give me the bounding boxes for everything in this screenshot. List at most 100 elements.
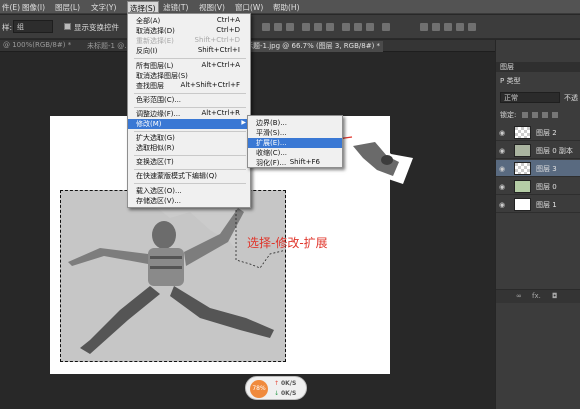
lock-pixels-icon[interactable] <box>522 112 528 118</box>
menu-window[interactable]: 窗口(W) <box>235 2 263 13</box>
distribute-icon[interactable] <box>302 23 310 31</box>
layers-panel: 图层 P 类型 正常 不透 锁定: ◉ 图层 2 ◉ 图层 0 副本 ◉ 图层 … <box>495 40 580 409</box>
shortcut: Alt+Ctrl+A <box>201 61 240 69</box>
options-prefix: 样: <box>2 23 13 32</box>
menu-option-label: 扩大选取(G) <box>136 134 175 142</box>
menu-file[interactable]: 件(E) <box>2 2 20 13</box>
menu-option-label: 存储选区(V)... <box>136 197 181 205</box>
menu-option-color-range[interactable]: 色彩范围(C)... <box>128 95 250 105</box>
menu-option-save-selection[interactable]: 存储选区(V)... <box>128 196 250 206</box>
menu-option-deselect[interactable]: 取消选择(D) Ctrl+D <box>128 26 250 36</box>
menu-option-label: 修改(M) <box>136 120 162 128</box>
auto-select-dropdown[interactable]: 组 <box>13 20 53 33</box>
menu-option-modify[interactable]: 修改(M) ▶ <box>128 119 250 129</box>
menu-option-label: 全部(A) <box>136 17 161 25</box>
submenu-option-expand[interactable]: 扩展(E)... <box>248 138 342 148</box>
layer-row-2[interactable]: ◉ 图层 2 <box>496 124 580 141</box>
layer-thumbnail <box>514 144 531 157</box>
menu-filter[interactable]: 滤镜(T) <box>163 2 188 13</box>
lock-paint-icon[interactable] <box>532 112 538 118</box>
menu-select[interactable]: 选择(S) <box>127 1 159 13</box>
align-icon[interactable] <box>274 23 282 31</box>
menu-option-quick-mask[interactable]: 在快速蒙版模式下编辑(Q) <box>128 171 250 181</box>
tab-doc-active[interactable]: 标题-1.jpg @ 66.7% (图层 3, RGB/8#) * <box>243 41 384 52</box>
menu-option-label: 在快速蒙版模式下编辑(Q) <box>136 172 217 180</box>
3d-mode-icon[interactable] <box>468 23 476 31</box>
layers-panel-title: 图层 <box>496 62 580 72</box>
menu-image[interactable]: 图像(I) <box>22 2 45 13</box>
up-arrow-icon: ↑ <box>274 380 280 387</box>
layer-row-0-copy[interactable]: ◉ 图层 0 副本 <box>496 142 580 159</box>
layer-thumbnail <box>514 126 531 139</box>
align-icon[interactable] <box>262 23 270 31</box>
submenu-option-contract[interactable]: 收缩(C)... <box>248 148 342 158</box>
menu-separator <box>134 183 246 184</box>
menu-layer[interactable]: 图层(L) <box>55 2 80 13</box>
distribute-icon[interactable] <box>314 23 322 31</box>
layer-row-3[interactable]: ◉ 图层 3 <box>496 160 580 177</box>
layer-name: 图层 3 <box>536 165 557 173</box>
upload-speed: ↑ 0K/S <box>274 380 296 387</box>
layer-thumbnail <box>514 162 531 175</box>
menu-option-all-layers[interactable]: 所有图层(L) Alt+Ctrl+A <box>128 61 250 71</box>
menu-option-label: 反向(I) <box>136 47 158 55</box>
download-value: 0K/S <box>280 390 297 397</box>
modify-submenu: 边界(B)... 平滑(S)... 扩展(E)... 收缩(C)... 羽化(F… <box>247 115 343 168</box>
shortcut: Alt+Ctrl+R <box>201 109 240 117</box>
menu-option-label: 重新选择(E) <box>136 37 174 45</box>
align-icon[interactable] <box>286 23 294 31</box>
layer-kind-filter[interactable]: P 类型 <box>500 76 520 86</box>
visibility-eye-icon[interactable]: ◉ <box>499 201 505 209</box>
menu-option-similar[interactable]: 选取相似(R) <box>128 143 250 153</box>
layer-row-0[interactable]: ◉ 图层 0 <box>496 178 580 195</box>
menu-option-label: 载入选区(O)... <box>136 187 182 195</box>
distribute-icon[interactable] <box>342 23 350 31</box>
menu-help[interactable]: 帮助(H) <box>273 2 300 13</box>
tab-doc-1[interactable]: @ 100%(RGB/8#) * <box>0 41 74 52</box>
mask-icon[interactable]: ◘ <box>552 292 558 300</box>
menu-option-deselect-layers[interactable]: 取消选择图层(S) <box>128 71 250 81</box>
shortcut: Shift+Ctrl+D <box>194 36 241 44</box>
lock-move-icon[interactable] <box>542 112 548 118</box>
shortcut: Ctrl+D <box>216 26 240 34</box>
layer-row-1[interactable]: ◉ 图层 1 <box>496 196 580 213</box>
distribute-icon[interactable] <box>354 23 362 31</box>
menu-option-transform-selection[interactable]: 变换选区(T) <box>128 157 250 167</box>
visibility-eye-icon[interactable]: ◉ <box>499 183 505 191</box>
menu-option-label: 选取相似(R) <box>136 144 175 152</box>
menu-view[interactable]: 视图(V) <box>199 2 225 13</box>
lock-all-icon[interactable] <box>552 112 558 118</box>
submenu-option-border[interactable]: 边界(B)... <box>248 118 342 128</box>
opacity-label: 不透 <box>564 94 578 102</box>
menu-option-grow[interactable]: 扩大选取(G) <box>128 133 250 143</box>
menu-option-load-selection[interactable]: 载入选区(O)... <box>128 186 250 196</box>
menu-option-find-layers[interactable]: 查找图层 Alt+Shift+Ctrl+F <box>128 81 250 91</box>
visibility-eye-icon[interactable]: ◉ <box>499 147 505 155</box>
3d-mode-icon[interactable] <box>456 23 464 31</box>
menu-type[interactable]: 文字(Y) <box>91 2 116 13</box>
show-transform-checkbox[interactable] <box>64 23 71 30</box>
layers-panel-footer: ∞ fx. ◘ <box>496 289 580 303</box>
visibility-eye-icon[interactable]: ◉ <box>499 129 505 137</box>
layer-name: 图层 1 <box>536 201 557 209</box>
link-icon[interactable]: ∞ <box>516 292 522 300</box>
upload-value: 0K/S <box>280 380 297 387</box>
fx-icon[interactable]: fx. <box>532 292 541 300</box>
network-status-bubble: 78% ↑ 0K/S ↓ 0K/S <box>245 376 307 400</box>
menu-option-inverse[interactable]: 反向(I) Shift+Ctrl+I <box>128 46 250 56</box>
distribute-icon[interactable] <box>326 23 334 31</box>
down-arrow-icon: ↓ <box>274 390 280 397</box>
distribute-icon[interactable] <box>366 23 374 31</box>
menu-separator <box>134 131 246 132</box>
3d-mode-icon[interactable] <box>444 23 452 31</box>
blend-mode-dropdown[interactable]: 正常 <box>500 92 560 103</box>
menu-option-all[interactable]: 全部(A) Ctrl+A <box>128 16 250 26</box>
3d-mode-icon[interactable] <box>432 23 440 31</box>
visibility-eye-icon[interactable]: ◉ <box>499 165 505 173</box>
auto-align-icon[interactable] <box>382 23 390 31</box>
menu-separator <box>134 155 246 156</box>
3d-mode-icon[interactable] <box>420 23 428 31</box>
menu-option-refine-edge[interactable]: 调整边缘(F)... Alt+Ctrl+R <box>128 109 250 119</box>
submenu-option-feather[interactable]: 羽化(F)... Shift+F6 <box>248 158 342 168</box>
submenu-option-smooth[interactable]: 平滑(S)... <box>248 128 342 138</box>
